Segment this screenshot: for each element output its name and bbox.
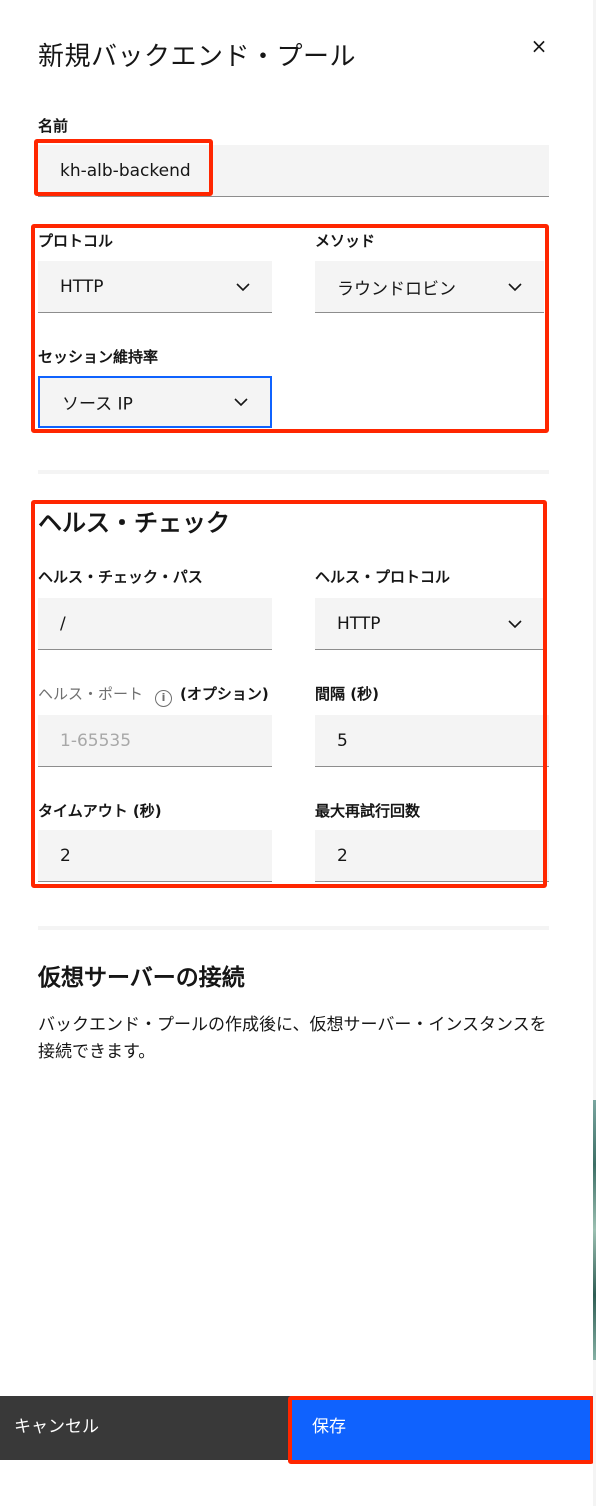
health-path-label: ヘルス・チェック・パス [38, 568, 203, 586]
timeout-input[interactable]: 2 [38, 830, 272, 882]
health-path-input[interactable]: / [38, 598, 272, 650]
name-input[interactable]: kh-alb-backend [38, 145, 549, 197]
chevron-down-icon [508, 619, 522, 628]
close-icon[interactable]: × [527, 34, 551, 58]
cancel-button[interactable]: キャンセル [0, 1396, 290, 1460]
health-port-label-text: ヘルス・ポート [38, 685, 144, 703]
health-protocol-value: HTTP [337, 613, 381, 634]
session-select[interactable]: ソース IP [38, 376, 272, 428]
footer-actions: キャンセル 保存 [0, 1396, 593, 1460]
method-select[interactable]: ラウンドロビン [315, 261, 544, 313]
attach-description: バックエンド・プールの作成後に、仮想サーバー・インスタンスを接続できます。 [38, 1015, 547, 1062]
optional-tag: (オプション) [180, 685, 269, 703]
interval-label: 間隔 (秒) [315, 685, 379, 703]
chevron-down-icon [234, 398, 248, 407]
timeout-label: タイムアウト (秒) [38, 802, 162, 820]
save-button[interactable]: 保存 [290, 1396, 593, 1460]
session-label: セッション維持率 [38, 348, 159, 366]
panel-title: 新規バックエンド・プール [38, 42, 357, 72]
attach-heading: 仮想サーバーの接続 [38, 965, 245, 991]
section-divider [38, 470, 549, 474]
new-backend-pool-panel: 新規バックエンド・プール × 名前 kh-alb-backend プロトコル H… [0, 0, 594, 1506]
retries-label: 最大再試行回数 [315, 802, 421, 820]
chevron-down-icon [508, 282, 522, 291]
health-protocol-select[interactable]: HTTP [315, 598, 544, 650]
health-path-value: / [60, 613, 66, 634]
retries-input[interactable]: 2 [315, 830, 549, 882]
health-port-label: ヘルス・ポート i (オプション) [38, 683, 269, 707]
health-protocol-label: ヘルス・プロトコル [315, 568, 451, 586]
health-check-heading: ヘルス・チェック [38, 509, 230, 537]
session-value: ソース IP [62, 394, 133, 415]
chevron-down-icon [236, 282, 250, 291]
protocol-select[interactable]: HTTP [38, 261, 272, 313]
name-value: kh-alb-backend [60, 160, 191, 181]
interval-value: 5 [337, 730, 348, 751]
health-port-placeholder: 1-65535 [60, 730, 132, 751]
name-label: 名前 [38, 117, 69, 135]
method-value: ラウンドロビン [337, 279, 456, 299]
protocol-label: プロトコル [38, 232, 114, 250]
retries-value: 2 [337, 845, 348, 866]
section-divider [38, 926, 549, 930]
health-port-input[interactable]: 1-65535 [38, 715, 272, 767]
info-icon[interactable]: i [155, 690, 173, 707]
protocol-value: HTTP [60, 276, 104, 297]
interval-input[interactable]: 5 [315, 715, 549, 767]
method-label: メソッド [315, 232, 376, 250]
timeout-value: 2 [60, 845, 71, 866]
